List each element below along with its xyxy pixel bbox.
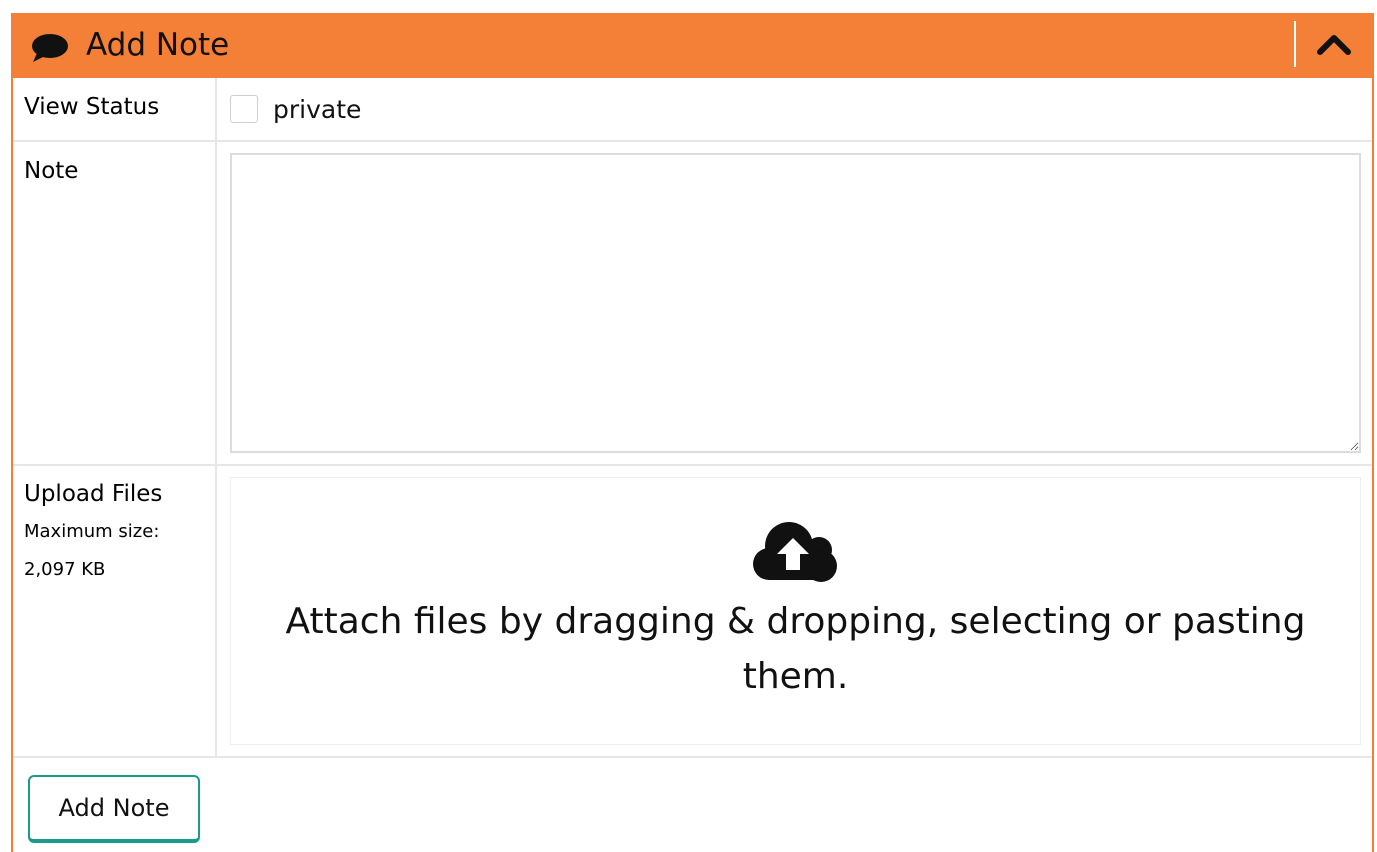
- note-label-cell: Note: [13, 142, 217, 464]
- note-row: Note: [13, 142, 1372, 466]
- upload-files-label: Upload Files: [24, 481, 163, 507]
- upload-files-row: Upload Files Maximum size: 2,097 KB Atta…: [13, 466, 1372, 758]
- cloud-upload-icon: [753, 522, 837, 582]
- private-checkbox[interactable]: [230, 95, 258, 123]
- collapse-toggle[interactable]: [1311, 25, 1357, 65]
- file-dropzone[interactable]: Attach files by dragging & dropping, sel…: [230, 477, 1361, 745]
- upload-label-cell: Upload Files Maximum size: 2,097 KB: [13, 466, 217, 756]
- max-size-value: 2,097 KB: [24, 559, 106, 580]
- comment-icon: [32, 34, 68, 62]
- add-note-panel: Add Note View Status private Note Upload…: [11, 13, 1374, 852]
- note-textarea[interactable]: [230, 153, 1361, 453]
- panel-footer: Add Note: [13, 758, 1372, 852]
- panel-header: Add Note: [11, 13, 1374, 78]
- view-status-label: View Status: [24, 94, 160, 120]
- dropzone-text: Attach files by dragging & dropping, sel…: [285, 601, 1306, 697]
- max-size-label: Maximum size:: [24, 521, 160, 542]
- chevron-up-icon: [1317, 35, 1351, 55]
- add-note-button[interactable]: Add Note: [28, 775, 200, 843]
- private-checkbox-label[interactable]: private: [273, 94, 361, 126]
- header-divider: [1294, 21, 1296, 67]
- view-status-label-cell: View Status: [13, 78, 217, 140]
- view-status-row: View Status private: [13, 78, 1372, 142]
- panel-title: Add Note: [86, 27, 230, 63]
- note-label: Note: [24, 158, 79, 184]
